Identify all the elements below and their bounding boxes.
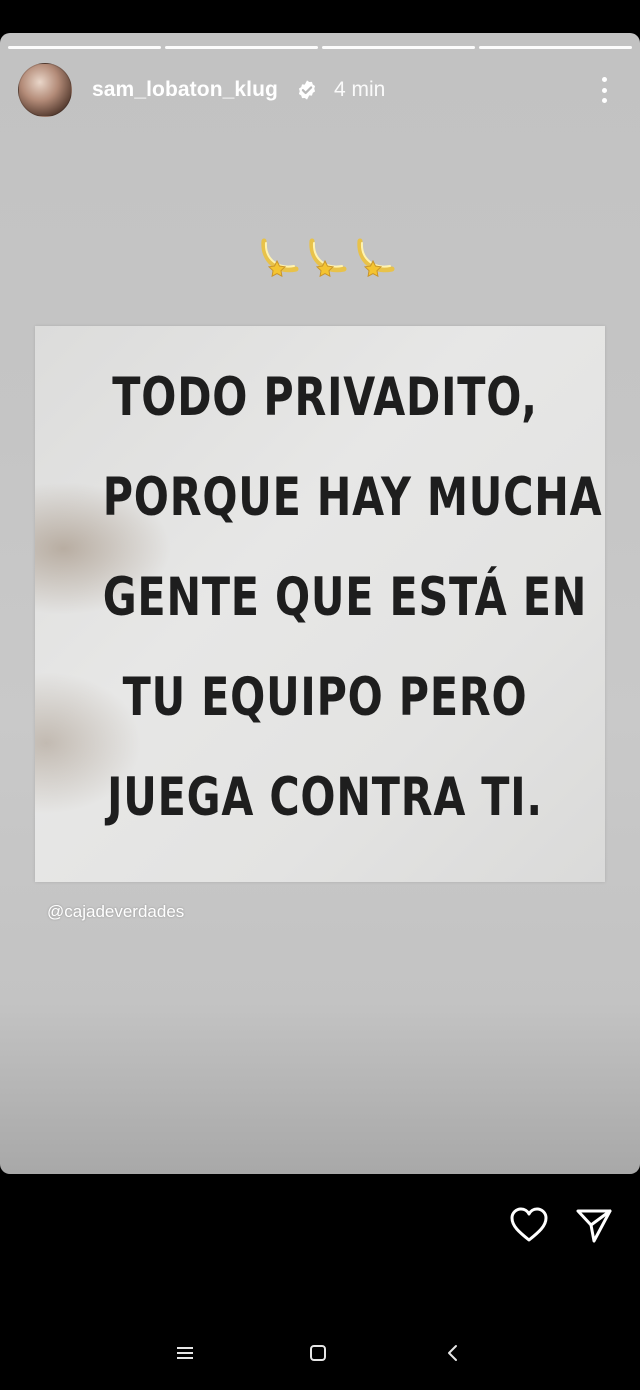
home-icon[interactable] [308, 1343, 328, 1363]
quote-line: JUEGA CONTRA TI. [107, 767, 543, 828]
story-progress-bar [8, 46, 632, 49]
more-dot [601, 87, 607, 93]
quote-line: TODO PRIVADITO, [112, 367, 538, 428]
story-actions [0, 1206, 640, 1246]
avatar[interactable] [18, 63, 72, 117]
emoji-stickers [258, 231, 398, 279]
send-icon[interactable] [575, 1208, 613, 1244]
quote-text: TODO PRIVADITO, PORQUE HAY MUCHA GENTE Q… [102, 348, 603, 848]
back-icon[interactable] [444, 1342, 462, 1364]
more-options-icon[interactable] [592, 75, 616, 105]
menu-icon[interactable] [174, 1343, 196, 1363]
progress-segment [322, 46, 475, 49]
story-timestamp: 4 min [333, 78, 386, 101]
story-header: sam_lobaton_klug 4 min [18, 63, 622, 117]
dizzy-star-icon [309, 238, 347, 277]
username[interactable]: sam_lobaton_klug [92, 78, 278, 102]
quote-line: TU EQUIPO PERO [122, 667, 528, 728]
system-nav-bar [0, 1330, 640, 1376]
more-dot [601, 98, 607, 103]
dizzy-star-icon [261, 238, 299, 277]
progress-segment [8, 46, 161, 49]
progress-segment [165, 46, 318, 49]
progress-segment [479, 46, 632, 49]
dizzy-star-icon [357, 238, 395, 277]
heart-icon[interactable] [509, 1206, 549, 1244]
source-mention[interactable]: @cajadeverdades [47, 902, 184, 922]
story-view[interactable]: sam_lobaton_klug 4 min TODO PRIVADITO, P… [0, 33, 640, 1174]
quote-line: PORQUE HAY MUCHA [102, 467, 603, 528]
verified-badge-icon [298, 80, 316, 100]
more-dot [601, 77, 607, 82]
quote-image: TODO PRIVADITO, PORQUE HAY MUCHA GENTE Q… [35, 326, 605, 882]
screen: sam_lobaton_klug 4 min TODO PRIVADITO, P… [0, 0, 640, 1390]
quote-line: GENTE QUE ESTÁ EN [102, 567, 588, 628]
